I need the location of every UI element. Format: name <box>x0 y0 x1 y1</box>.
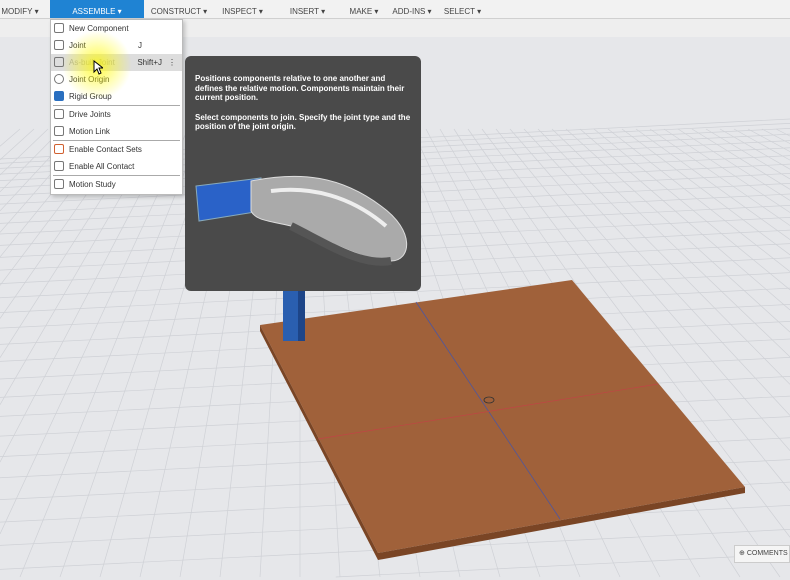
menu-item-rigid-group[interactable]: Rigid Group <box>51 88 182 105</box>
tooltip-description: Positions components relative to one ano… <box>195 74 405 103</box>
shortcut: J <box>138 41 142 50</box>
new-component-icon <box>54 23 64 33</box>
comments-label: COMMENTS <box>746 550 788 557</box>
all-contact-icon <box>54 161 64 171</box>
menu-item-label: Rigid Group <box>69 92 112 101</box>
menu-item-label: Enable All Contact <box>69 162 135 171</box>
joint-origin-icon <box>54 74 64 84</box>
comments-panel-button[interactable]: ⊕ COMMENTS <box>734 545 790 563</box>
menu-item-motion-link[interactable]: Motion Link <box>51 123 182 140</box>
menu-item-label: Joint <box>69 41 86 50</box>
rigid-group-icon <box>54 91 64 101</box>
mouse-cursor-icon <box>93 60 103 75</box>
drive-joints-icon <box>54 109 64 119</box>
tooltip-illustration <box>195 175 408 266</box>
tab-insert[interactable]: INSERT ▾ <box>280 0 335 18</box>
menu-item-joint[interactable]: Joint J <box>51 37 182 54</box>
menu-item-drive-joints[interactable]: Drive Joints <box>51 106 182 123</box>
tab-inspect[interactable]: INSPECT ▾ <box>215 0 270 18</box>
tab-make[interactable]: MAKE ▾ <box>343 0 385 18</box>
tab-modify[interactable]: MODIFY ▾ <box>0 0 40 18</box>
menu-item-enable-contact-sets[interactable]: Enable Contact Sets <box>51 141 182 158</box>
menu-item-label: Enable Contact Sets <box>69 145 142 154</box>
menu-item-label: New Component <box>69 24 129 33</box>
tooltip-instructions: Select components to join. Specify the j… <box>195 112 411 132</box>
menu-item-new-component[interactable]: New Component <box>51 20 182 37</box>
tab-assemble[interactable]: ASSEMBLE ▾ <box>50 0 144 18</box>
toolbar: MODIFY ▾ ASSEMBLE ▾ CONSTRUCT ▾ INSPECT … <box>0 0 790 19</box>
motion-study-icon <box>54 179 64 189</box>
joint-icon <box>54 40 64 50</box>
menu-item-label: As-built Joint <box>69 58 115 67</box>
menu-item-motion-study[interactable]: Motion Study <box>51 176 182 193</box>
menu-item-label: Motion Study <box>69 180 116 189</box>
contact-sets-icon <box>54 144 64 154</box>
tab-add-ins[interactable]: ADD-INS ▾ <box>388 0 436 18</box>
assemble-dropdown-menu: New Component Joint J As-built Joint Shift… <box>50 19 183 195</box>
more-options-icon[interactable]: ⋮ <box>168 54 176 71</box>
menu-item-enable-all-contact[interactable]: Enable All Contact <box>51 158 182 175</box>
as-built-joint-icon <box>54 57 64 67</box>
motion-link-icon <box>54 126 64 136</box>
tooltip-joint: Positions components relative to one ano… <box>185 56 421 291</box>
tab-construct[interactable]: CONSTRUCT ▾ <box>148 0 210 18</box>
tab-select[interactable]: SELECT ▾ <box>440 0 485 18</box>
shortcut: Shift+J <box>137 58 162 67</box>
menu-item-label: Motion Link <box>69 127 110 136</box>
menu-item-joint-origin[interactable]: Joint Origin <box>51 71 182 88</box>
menu-item-label: Joint Origin <box>69 75 110 84</box>
menu-item-label: Drive Joints <box>69 110 111 119</box>
menu-item-as-built-joint[interactable]: As-built Joint Shift+J ⋮ <box>51 54 182 71</box>
